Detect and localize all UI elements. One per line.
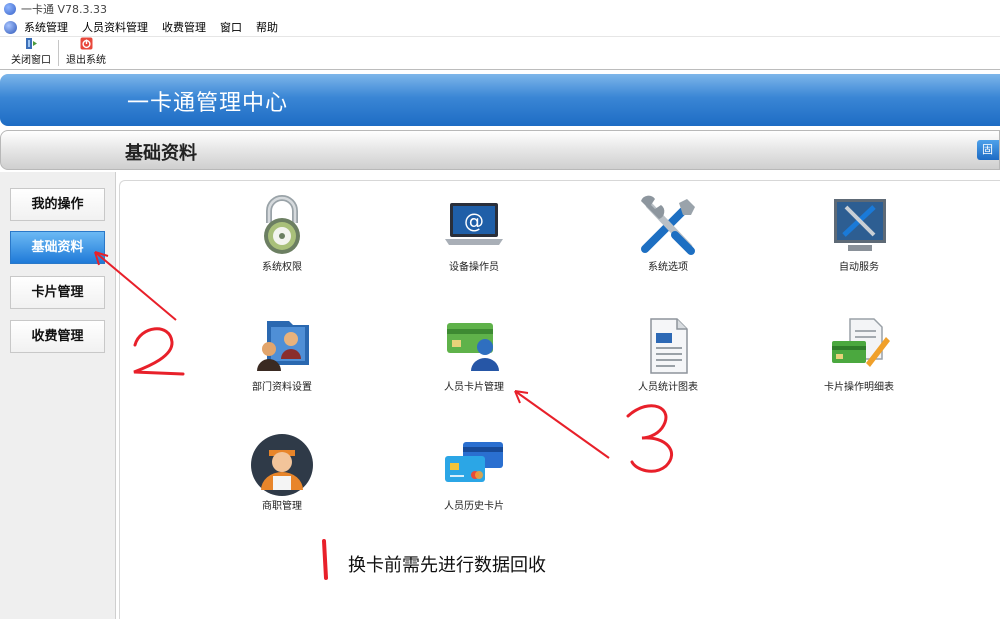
annotation-note: 换卡前需先进行数据回收 [348, 555, 546, 576]
menu-system[interactable]: 系统管理 [24, 19, 68, 35]
func-label: 商职管理 [262, 501, 302, 512]
func-system-permissions[interactable]: 系统权限 [222, 193, 342, 274]
merchant-person-icon [251, 434, 313, 496]
func-label: 设备操作员 [449, 262, 499, 273]
func-department-settings[interactable]: 部门资料设置 [222, 313, 342, 394]
app-menu-icon[interactable] [4, 20, 17, 34]
func-label: 系统选项 [648, 262, 688, 273]
monitor-tools-icon [834, 199, 886, 251]
func-personnel-card-history[interactable]: 人员历史卡片 [414, 432, 534, 513]
section-corner-button[interactable]: 固 [977, 140, 999, 160]
func-device-operator[interactable]: @ 设备操作员 [414, 193, 534, 274]
app-icon [4, 3, 16, 15]
func-label: 人员卡片管理 [444, 382, 504, 393]
header-banner: 一卡通管理中心 [0, 74, 1000, 126]
func-personnel-card-management[interactable]: 人员卡片管理 [414, 313, 534, 394]
sidebar-item-charge-management[interactable]: 收费管理 [10, 320, 105, 353]
func-label: 自动服务 [839, 262, 879, 273]
menu-help[interactable]: 帮助 [256, 19, 278, 35]
section-title: 基础资料 [125, 143, 197, 164]
banner-title: 一卡通管理中心 [127, 91, 289, 116]
sidebar-item-basic-data[interactable]: 基础资料 [10, 231, 105, 264]
close-window-button[interactable]: 关闭窗口 [8, 37, 54, 69]
card-edit-icon [832, 318, 890, 367]
close-window-label: 关闭窗口 [11, 55, 51, 66]
card-person-icon [447, 323, 499, 371]
func-card-operation-details[interactable]: 卡片操作明细表 [799, 313, 919, 394]
func-label: 卡片操作明细表 [824, 382, 894, 393]
svg-text:@: @ [464, 209, 484, 233]
tools-icon [641, 195, 695, 255]
power-icon [80, 37, 92, 50]
exit-system-label: 退出系统 [66, 55, 106, 66]
func-label: 人员历史卡片 [444, 501, 504, 512]
credit-cards-icon [445, 442, 503, 482]
sidebar: 我的操作 基础资料 卡片管理 收费管理 [0, 172, 116, 619]
section-header: 基础资料 固 [0, 130, 1000, 170]
padlock-icon [264, 195, 300, 254]
toolbar-divider [58, 40, 59, 66]
title-bar: 一卡通 V78.3.33 [0, 0, 1000, 18]
menu-charges[interactable]: 收费管理 [162, 19, 206, 35]
menu-bar: 系统管理 人员资料管理 收费管理 窗口 帮助 [0, 18, 1000, 37]
folder-people-icon [257, 321, 309, 371]
sidebar-item-my-operations[interactable]: 我的操作 [10, 188, 105, 221]
laptop-at-icon: @ [445, 203, 503, 245]
func-label: 部门资料设置 [252, 382, 312, 393]
toolbar: 关闭窗口 退出系统 [0, 37, 1000, 70]
menu-window[interactable]: 窗口 [220, 19, 242, 35]
menu-personnel[interactable]: 人员资料管理 [82, 19, 148, 35]
func-merchant-management[interactable]: 商职管理 [222, 432, 342, 513]
func-auto-service[interactable]: 自动服务 [799, 193, 919, 274]
close-window-icon [25, 38, 37, 49]
func-personnel-statistics[interactable]: 人员统计图表 [608, 313, 728, 394]
sidebar-item-card-management[interactable]: 卡片管理 [10, 276, 105, 309]
func-system-options[interactable]: 系统选项 [608, 193, 728, 274]
func-label: 系统权限 [262, 262, 302, 273]
window-title: 一卡通 V78.3.33 [21, 3, 108, 16]
exit-system-button[interactable]: 退出系统 [63, 37, 109, 69]
func-label: 人员统计图表 [638, 382, 698, 393]
document-icon [650, 318, 688, 374]
